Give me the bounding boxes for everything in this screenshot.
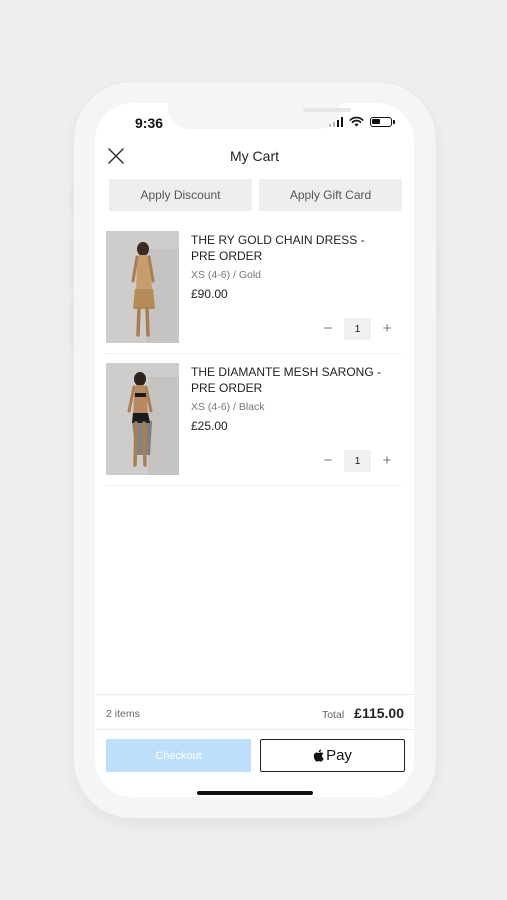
items-count: 2 items: [106, 708, 140, 720]
header: My Cart: [95, 143, 414, 169]
product-price: £25.00: [191, 419, 228, 433]
quantity-stepper: − 1 +: [318, 318, 397, 340]
footer-divider: [95, 694, 414, 695]
battery-icon: [370, 116, 395, 127]
product-variant: XS (4-6) / Gold: [191, 269, 262, 281]
volume-down-button: [70, 300, 74, 348]
total-label: Total: [321, 709, 345, 721]
increment-button[interactable]: +: [377, 451, 397, 471]
divider: [106, 485, 401, 486]
decrement-button[interactable]: −: [318, 451, 338, 471]
mute-switch: [70, 186, 74, 214]
app-screen: 9:36 My Cart Apply Discount Apply Gift C…: [95, 103, 414, 797]
wifi-icon: [349, 116, 364, 127]
apply-discount-button[interactable]: Apply Discount: [109, 179, 252, 211]
quantity-value[interactable]: 1: [344, 318, 371, 340]
status-icons: [328, 116, 395, 127]
divider: [106, 353, 401, 354]
product-variant: XS (4-6) / Black: [191, 401, 265, 413]
apple-pay-button[interactable]: Pay: [260, 739, 405, 772]
total-value: £115.00: [354, 705, 404, 721]
product-price: £90.00: [191, 287, 228, 301]
product-image[interactable]: [106, 363, 179, 475]
cart-total: Total £115.00: [322, 705, 404, 721]
home-indicator: [197, 791, 313, 795]
product-image[interactable]: [106, 231, 179, 343]
product-name[interactable]: THE RY GOLD CHAIN DRESS - PRE ORDER: [191, 232, 391, 264]
page-title: My Cart: [230, 148, 279, 164]
increment-button[interactable]: +: [377, 319, 397, 339]
cart-item: THE RY GOLD CHAIN DRESS - PRE ORDER XS (…: [106, 231, 401, 355]
promo-actions: Apply Discount Apply Gift Card: [109, 179, 402, 211]
signal-icon: [328, 116, 343, 127]
apply-gift-card-button[interactable]: Apply Gift Card: [259, 179, 402, 211]
quantity-value[interactable]: 1: [344, 450, 371, 472]
decrement-button[interactable]: −: [318, 319, 338, 339]
checkout-button[interactable]: Checkout: [106, 739, 251, 772]
apple-icon: [313, 749, 324, 762]
apple-pay-label: Pay: [326, 747, 352, 764]
volume-up-button: [70, 240, 74, 288]
cart-item: THE DIAMANTE MESH SARONG - PRE ORDER XS …: [106, 363, 401, 487]
product-name[interactable]: THE DIAMANTE MESH SARONG - PRE ORDER: [191, 364, 391, 396]
status-time: 9:36: [135, 115, 164, 131]
notch: [168, 103, 351, 129]
speaker: [303, 108, 351, 112]
quantity-stepper: − 1 +: [318, 450, 397, 472]
footer-divider: [95, 729, 414, 730]
power-button: [436, 246, 440, 318]
